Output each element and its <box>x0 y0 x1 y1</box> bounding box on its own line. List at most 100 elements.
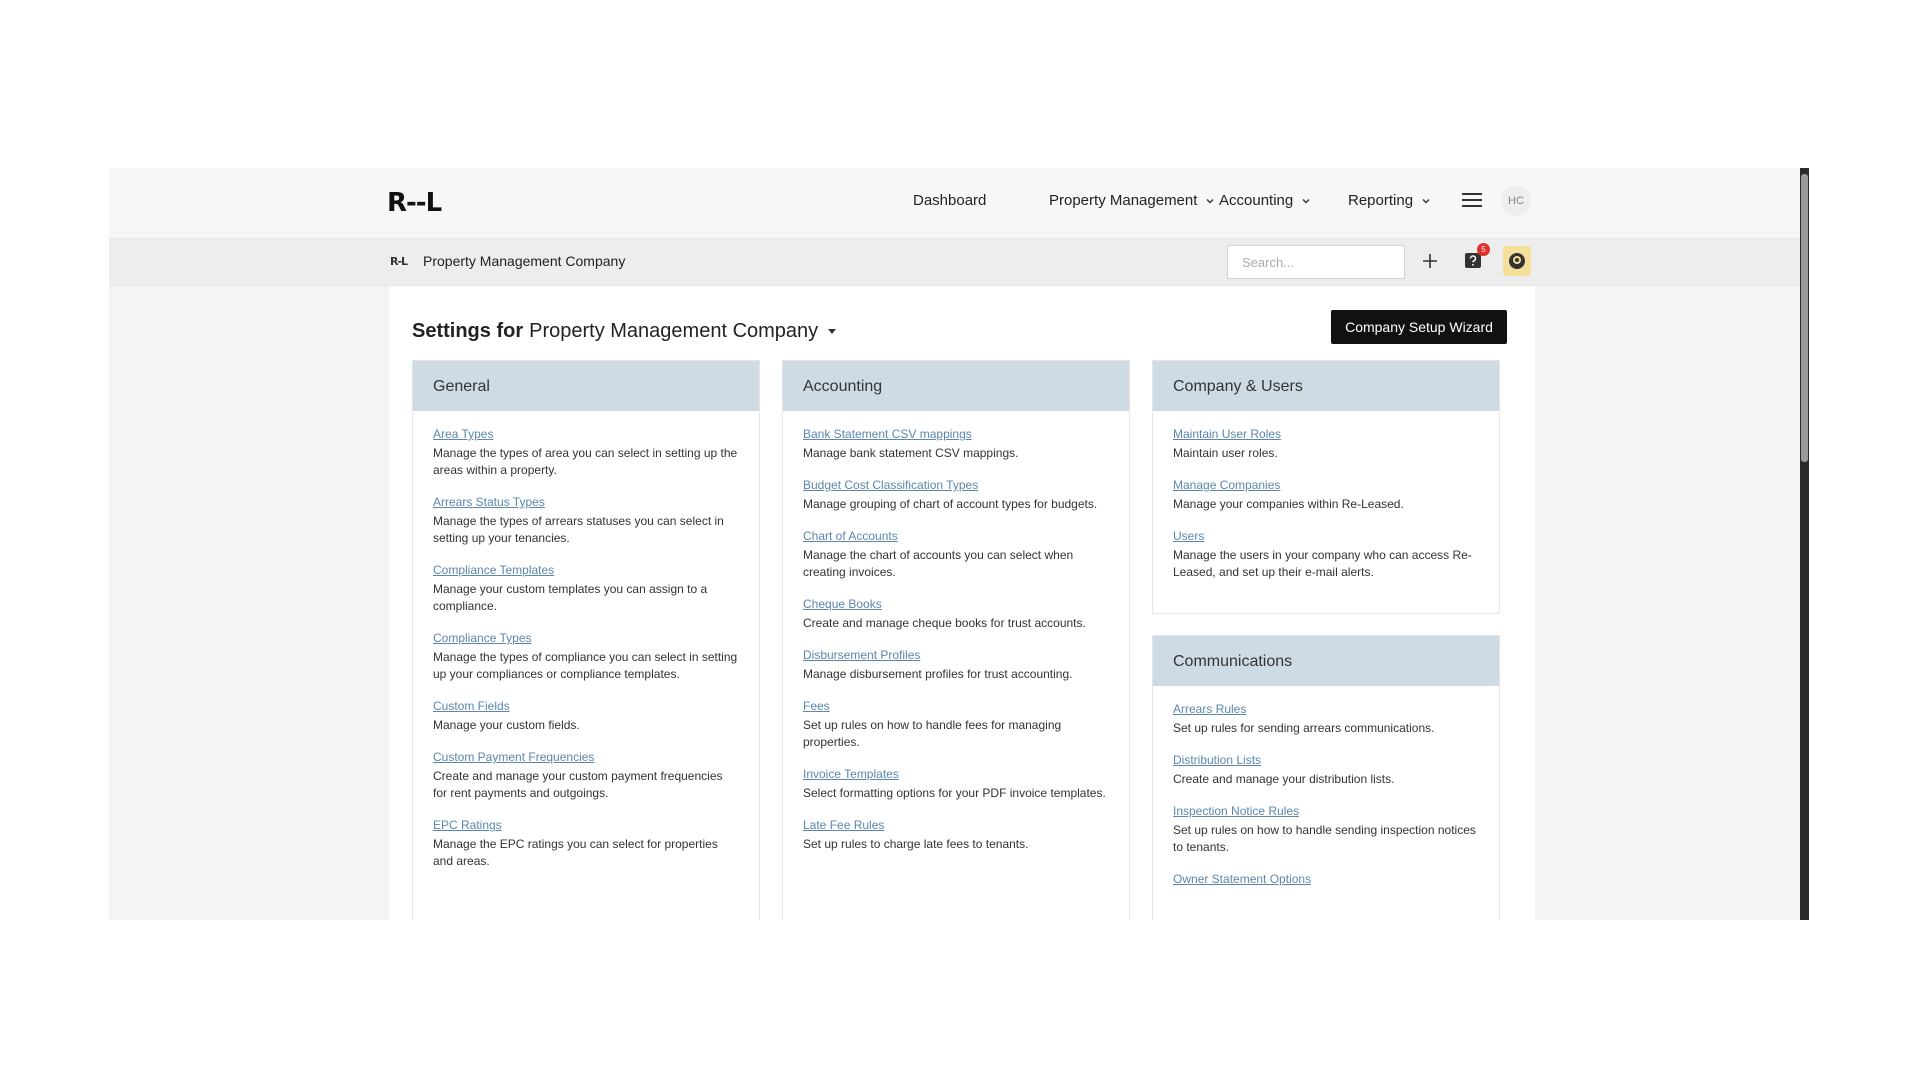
company-selector[interactable]: Property Management Company <box>529 320 837 342</box>
scrollbar[interactable] <box>1800 168 1809 920</box>
settings-description: Create and manage your custom payment fr… <box>433 769 723 800</box>
settings-link[interactable]: Budget Cost Classification Types <box>803 477 978 493</box>
settings-entry: Arrears Rules Set up rules for sending ar… <box>1173 700 1479 737</box>
company-users-card: Company & Users Maintain User Roles Maint… <box>1152 360 1500 614</box>
settings-link[interactable]: Custom Payment Frequencies <box>433 749 594 765</box>
settings-link[interactable]: Disbursement Profiles <box>803 647 920 663</box>
communications-card: Communications Arrears Rules Set up rules… <box>1152 635 1500 920</box>
settings-panel: Settings for Property Management Company … <box>389 286 1535 920</box>
app-window: R-‑L Dashboard Property Management Accou… <box>109 168 1809 920</box>
plus-icon[interactable] <box>1421 252 1439 270</box>
settings-entry: Arrears Status Types Manage the types of … <box>433 493 739 547</box>
settings-link[interactable]: Maintain User Roles <box>1173 426 1281 442</box>
settings-entry: Cheque Books Create and manage cheque boo… <box>803 595 1109 632</box>
settings-description: Maintain user roles. <box>1173 446 1278 460</box>
menu-icon[interactable] <box>1462 193 1482 209</box>
settings-description: Manage the types of area you can select … <box>433 446 738 477</box>
settings-link[interactable]: Late Fee Rules <box>803 817 884 833</box>
settings-link[interactable]: Area Types <box>433 426 493 442</box>
settings-entry: Fees Set up rules on how to handle fees f… <box>803 697 1109 751</box>
scrollbar-thumb[interactable] <box>1801 174 1808 462</box>
settings-description: Create and manage cheque books for trust… <box>803 616 1086 630</box>
company-bar: R-L Property Management Company 5 <box>109 239 1809 286</box>
support-button[interactable] <box>1503 246 1531 276</box>
settings-description: Manage the chart of accounts you can sel… <box>803 548 1074 579</box>
general-card: General Area Types Manage the types of ar… <box>412 360 760 920</box>
settings-entry: EPC Ratings Manage the EPC ratings you ca… <box>433 816 739 870</box>
settings-entry: Chart of Accounts Manage the chart of acc… <box>803 527 1109 581</box>
settings-description: Create and manage your distribution list… <box>1173 772 1395 786</box>
settings-link[interactable]: Fees <box>803 698 830 714</box>
settings-description: Manage the types of arrears statuses you… <box>433 514 724 545</box>
settings-link[interactable]: Inspection Notice Rules <box>1173 803 1299 819</box>
general-list: Area Types Manage the types of area you c… <box>413 411 759 870</box>
settings-entry: Maintain User Roles Maintain user roles. <box>1173 425 1479 462</box>
user-avatar[interactable]: HC <box>1501 186 1531 216</box>
re-leased-logo[interactable]: R-‑L <box>387 190 442 216</box>
settings-link[interactable]: Manage Companies <box>1173 477 1280 493</box>
chevron-down-icon <box>1206 198 1214 203</box>
company-selector-label: Property Management Company <box>529 320 819 342</box>
company-setup-wizard-button[interactable]: Company Setup Wizard <box>1331 310 1507 344</box>
settings-link[interactable]: Compliance Types <box>433 630 532 646</box>
settings-entry: Owner Statement Options <box>1173 870 1479 888</box>
settings-link[interactable]: Users <box>1173 528 1204 544</box>
settings-description: Manage bank statement CSV mappings. <box>803 446 1019 460</box>
accounting-card-title: Accounting <box>783 361 1129 411</box>
settings-entry: Area Types Manage the types of area you c… <box>433 425 739 479</box>
settings-entry: Disbursement Profiles Manage disbursement… <box>803 646 1109 683</box>
general-card-title: General <box>413 361 759 411</box>
settings-link[interactable]: Invoice Templates <box>803 766 899 782</box>
accounting-list: Bank Statement CSV mappings Manage bank s… <box>783 411 1129 853</box>
chevron-down-icon <box>1302 198 1310 203</box>
settings-description: Set up rules to charge late fees to tena… <box>803 837 1029 851</box>
caret-down-icon <box>828 329 837 335</box>
settings-entry: Distribution Lists Create and manage your… <box>1173 751 1479 788</box>
page-title: Settings for Property Management Company <box>412 320 837 343</box>
settings-entry: Custom Fields Manage your custom fields. <box>433 697 739 734</box>
top-navigation-bar: R-‑L Dashboard Property Management Accou… <box>109 168 1809 239</box>
settings-link[interactable]: Custom Fields <box>433 698 510 714</box>
settings-description: Manage disbursement profiles for trust a… <box>803 667 1073 681</box>
settings-entry: Compliance Types Manage the types of comp… <box>433 629 739 683</box>
settings-description: Manage the EPC ratings you can select fo… <box>433 837 718 868</box>
settings-description: Set up rules on how to handle sending in… <box>1173 823 1476 854</box>
nav-dashboard[interactable]: Dashboard <box>913 192 986 209</box>
settings-link[interactable]: Bank Statement CSV mappings <box>803 426 972 442</box>
settings-link[interactable]: Compliance Templates <box>433 562 554 578</box>
settings-entry: Users Manage the users in your company wh… <box>1173 527 1479 581</box>
settings-description: Manage the users in your company who can… <box>1173 548 1472 579</box>
settings-description: Manage your custom fields. <box>433 718 580 732</box>
support-icon <box>1509 253 1525 269</box>
settings-link[interactable]: Chart of Accounts <box>803 528 898 544</box>
settings-description: Manage your custom templates you can ass… <box>433 582 708 613</box>
settings-description: Manage the types of compliance you can s… <box>433 650 738 681</box>
nav-accounting[interactable]: Accounting <box>1219 192 1311 209</box>
settings-entry: Late Fee Rules Set up rules to charge lat… <box>803 816 1109 853</box>
nav-property-management[interactable]: Property Management <box>1049 192 1215 209</box>
settings-entry: Inspection Notice Rules Set up rules on h… <box>1173 802 1479 856</box>
company-name[interactable]: Property Management Company <box>423 253 625 269</box>
accounting-card: Accounting Bank Statement CSV mappings Ma… <box>782 360 1130 920</box>
nav-property-management-label: Property Management <box>1049 192 1198 209</box>
nav-dashboard-label: Dashboard <box>913 192 987 209</box>
settings-link[interactable]: Arrears Rules <box>1173 701 1246 717</box>
settings-link[interactable]: Owner Statement Options <box>1173 871 1311 887</box>
nav-accounting-label: Accounting <box>1219 192 1294 209</box>
settings-link[interactable]: Arrears Status Types <box>433 494 545 510</box>
settings-description: Set up rules for sending arrears communi… <box>1173 721 1435 735</box>
communications-list: Arrears Rules Set up rules for sending ar… <box>1153 686 1499 888</box>
settings-entry: Bank Statement CSV mappings Manage bank s… <box>803 425 1109 462</box>
settings-entry: Invoice Templates Select formatting optio… <box>803 765 1109 802</box>
settings-link[interactable]: Cheque Books <box>803 596 882 612</box>
page-title-prefix: Settings for <box>412 320 524 342</box>
nav-reporting[interactable]: Reporting <box>1348 192 1431 209</box>
company-users-list: Maintain User Roles Maintain user roles. M… <box>1153 411 1499 581</box>
settings-link[interactable]: Distribution Lists <box>1173 752 1261 768</box>
settings-entry: Budget Cost Classification Types Manage g… <box>803 476 1109 513</box>
search-input[interactable] <box>1227 245 1405 279</box>
settings-description: Select formatting options for your PDF i… <box>803 786 1106 800</box>
settings-link[interactable]: EPC Ratings <box>433 817 502 833</box>
settings-entry: Compliance Templates Manage your custom t… <box>433 561 739 615</box>
company-logo: R-L <box>390 255 408 268</box>
